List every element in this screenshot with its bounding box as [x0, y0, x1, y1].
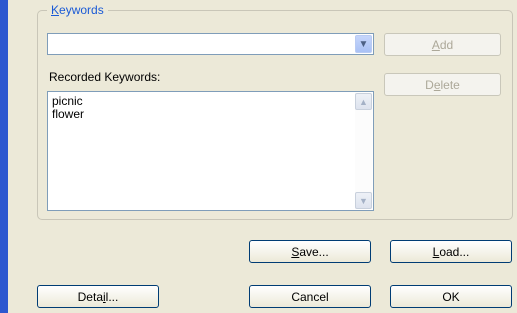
save-label: ave...: [299, 244, 329, 259]
detail-label-post: l...: [105, 289, 119, 304]
list-item[interactable]: picnic: [52, 95, 369, 108]
keywords-mnemonic: K: [51, 3, 60, 17]
down-arrow-icon[interactable]: ▼: [355, 192, 372, 209]
detail-label-pre: Deta: [77, 289, 103, 304]
add-mnemonic: A: [431, 37, 440, 52]
add-label: dd: [439, 37, 454, 52]
load-button[interactable]: Load...: [390, 240, 512, 263]
delete-button[interactable]: De lete: [384, 73, 501, 96]
save-mnemonic: S: [291, 244, 300, 259]
cancel-button[interactable]: Cancel: [249, 285, 371, 308]
cancel-label: Cancel: [291, 289, 329, 304]
recorded-keywords-label: Recorded Keywords:: [49, 70, 161, 84]
up-arrow-icon[interactable]: ▲: [355, 93, 372, 110]
delete-label-post: lete: [440, 77, 460, 92]
ok-button[interactable]: OK: [390, 285, 512, 308]
left-panel-stripe: [0, 0, 8, 313]
load-label: oad...: [439, 244, 470, 259]
keywords-legend-rest: eywords: [59, 3, 104, 17]
detail-button[interactable]: Deta i l...: [37, 285, 159, 308]
delete-label-pre: D: [425, 77, 434, 92]
list-item[interactable]: flower: [52, 108, 369, 121]
ok-label: OK: [442, 289, 460, 304]
save-button[interactable]: Save...: [249, 240, 371, 263]
delete-mnemonic: e: [433, 77, 441, 92]
recorded-keywords-list[interactable]: picnic flower ▲ ▼: [47, 91, 374, 211]
keyword-combo-input[interactable]: ▼: [47, 33, 374, 55]
chevron-down-icon[interactable]: ▼: [355, 35, 372, 53]
vertical-scrollbar[interactable]: ▲ ▼: [355, 93, 372, 209]
load-mnemonic: L: [432, 244, 440, 259]
keywords-group-label: Keywords: [47, 3, 108, 17]
add-button[interactable]: Add: [384, 33, 501, 56]
